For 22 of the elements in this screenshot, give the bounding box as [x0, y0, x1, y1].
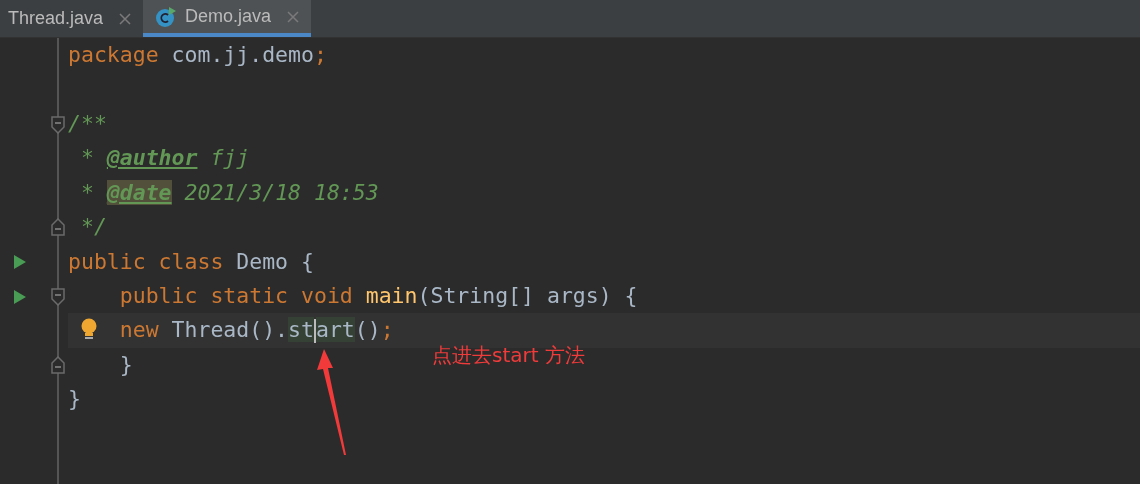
editor-tab[interactable]: Thread.java: [0, 0, 144, 37]
annotation-text: 点进去start 方法: [432, 342, 585, 369]
code-line: public class Demo {: [68, 247, 314, 276]
fold-icon[interactable]: [51, 115, 65, 134]
code-line: * @author fjj: [79, 144, 250, 173]
code-line: * @date 2021/3/18 18:53: [79, 178, 379, 207]
editor-tab[interactable]: Demo.java: [143, 0, 312, 37]
code-line: new Thread().st art();: [118, 316, 394, 346]
fold-icon[interactable]: [51, 287, 65, 306]
close-icon[interactable]: [119, 12, 132, 25]
close-icon[interactable]: [287, 10, 300, 23]
code-line: package com.jj.demo;: [68, 41, 327, 70]
fold-icon[interactable]: [51, 355, 65, 374]
code-line: /**: [68, 109, 107, 138]
run-icon[interactable]: [13, 288, 27, 305]
run-icon[interactable]: [13, 254, 27, 271]
code-line: */: [79, 213, 107, 242]
code-line: }: [68, 385, 81, 414]
text-caret: [313, 319, 316, 344]
fold-icon[interactable]: [51, 217, 65, 236]
code-line: }: [118, 350, 133, 379]
code-line: public static void main(String[] args) {: [118, 281, 638, 310]
